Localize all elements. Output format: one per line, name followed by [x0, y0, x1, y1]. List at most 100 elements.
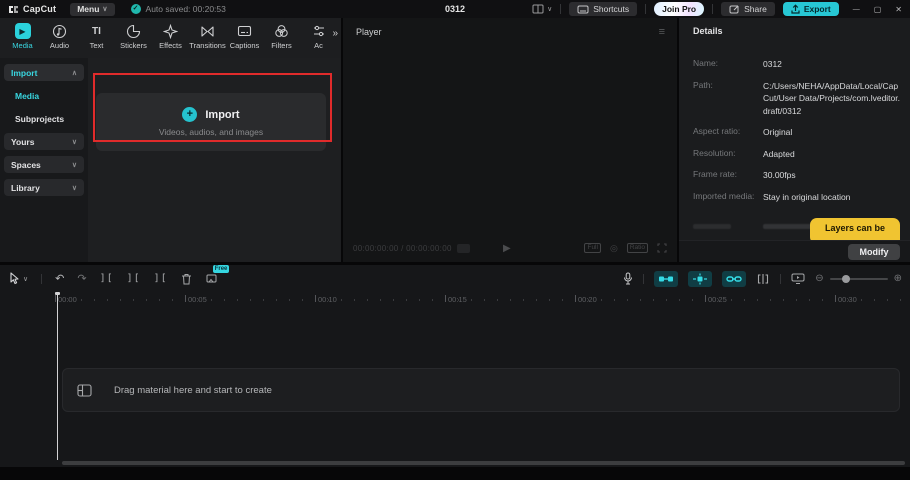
ruler-minor-tick — [393, 299, 394, 301]
tab-media[interactable]: ▶ Media — [4, 21, 41, 50]
details-rows: Name: 0312 Path: C:/Users/NEHA/AppData/L… — [693, 58, 900, 212]
detail-value: 0312 — [763, 59, 782, 69]
timeline-ruler[interactable]: 00:0000:0500:1000:1500:2000:2500:30 — [0, 292, 910, 308]
redo-button[interactable]: ↷ — [77, 272, 86, 285]
delete-right-button[interactable]: ][ — [154, 273, 168, 284]
ratio-selector[interactable]: Ratio — [626, 243, 648, 253]
main-track-dropzone[interactable]: Drag material here and start to create — [62, 368, 900, 412]
undo-button[interactable]: ↶ — [55, 272, 64, 285]
tabs-expander-icon[interactable]: » — [332, 28, 338, 39]
player-menu-icon[interactable]: ≡ — [659, 26, 665, 38]
tab-audio[interactable]: Audio — [41, 21, 78, 50]
ruler-minor-tick — [406, 299, 407, 301]
tab-text[interactable]: TI Text — [78, 21, 115, 51]
tab-transitions[interactable]: Transitions — [189, 21, 226, 50]
link-toggle[interactable] — [722, 270, 747, 287]
join-pro-button[interactable]: Join Pro — [654, 2, 705, 16]
record-voiceover-button[interactable] — [623, 272, 633, 285]
timecode-dropdown[interactable] — [456, 243, 470, 253]
modify-button[interactable]: Modify — [848, 244, 900, 260]
ruler-minor-tick — [107, 299, 108, 301]
detail-value: Adapted — [763, 148, 795, 159]
ruler-minor-tick — [367, 299, 368, 301]
ruler-minor-tick — [731, 299, 732, 301]
sidebar-item-yours[interactable]: Yours ∨ — [4, 133, 84, 150]
zoom-in-icon[interactable]: ⊕ — [894, 273, 902, 284]
ruler-minor-tick — [614, 299, 615, 301]
ruler-minor-tick — [666, 299, 667, 301]
import-subtitle: Videos, audios, and images — [158, 127, 264, 137]
ruler-minor-tick — [263, 299, 264, 301]
ruler-major-tick — [315, 295, 316, 302]
split-button[interactable]: ][ — [100, 273, 114, 284]
ruler-minor-tick — [380, 299, 381, 301]
ruler-minor-tick — [679, 299, 680, 301]
sidebar-item-label: Library — [11, 182, 40, 193]
preview-axis-button[interactable] — [791, 273, 805, 284]
tab-filters[interactable]: Filters — [263, 21, 300, 50]
effects-star-icon — [163, 23, 179, 39]
export-button[interactable]: Export — [782, 2, 839, 16]
layout-switch-button[interactable]: ∨ — [532, 4, 552, 14]
tab-adjust-truncated[interactable]: Ac — [300, 21, 337, 50]
media-tab-bar: ▶ Media Audio TI Text Stickers Effects T… — [0, 18, 341, 56]
ruler-minor-tick — [224, 299, 225, 301]
ruler-major-tick — [445, 295, 446, 302]
delete-left-button[interactable]: ][ — [127, 273, 141, 284]
close-button[interactable]: ✕ — [895, 5, 902, 14]
tab-label: Filters — [271, 41, 292, 50]
tab-label: Text — [89, 41, 104, 50]
divider — [41, 273, 43, 284]
detail-label: Aspect ratio: — [693, 126, 741, 136]
ruler-minor-tick — [861, 299, 862, 301]
tab-effects[interactable]: Effects — [152, 21, 189, 50]
plus-icon: + — [182, 107, 198, 122]
window-controls: — ▢ ✕ — [853, 5, 902, 14]
detail-row-aspect-ratio: Aspect ratio: Original — [693, 126, 900, 139]
microphone-icon — [624, 272, 633, 285]
sidebar-item-spaces[interactable]: Spaces ∨ — [4, 156, 84, 173]
play-button[interactable]: ▶ — [503, 243, 511, 254]
timeline-scrollbar[interactable] — [62, 461, 905, 465]
delete-button[interactable] — [181, 273, 192, 285]
ruler-minor-tick — [822, 299, 823, 301]
share-button[interactable]: Share — [721, 2, 775, 16]
import-dropzone[interactable]: + Import Videos, audios, and images — [96, 93, 326, 151]
zoom-out-icon[interactable]: ⊖ — [815, 273, 823, 284]
media-icon: ▶ — [14, 23, 31, 39]
ruler-minor-tick — [497, 299, 498, 301]
snap-icon — [693, 273, 708, 284]
timeline-toolbar: ∨ ↶ ↷ ][ ][ ][ Free ⊖ ⊕ — [0, 264, 910, 292]
playhead[interactable] — [57, 292, 58, 460]
zoom-slider-handle[interactable] — [841, 274, 850, 283]
check-icon: ✓ — [130, 4, 141, 14]
ruler-minor-tick — [432, 299, 433, 301]
menu-button[interactable]: Menu ∨ — [70, 2, 115, 16]
media-body: Import ∧ Media Subprojects Yours ∨ Space… — [0, 58, 341, 262]
quality-selector[interactable]: Full — [584, 243, 601, 253]
join-pro-label: Join Pro — [662, 4, 697, 14]
share-icon — [729, 5, 739, 14]
fullscreen-icon[interactable] — [657, 243, 667, 253]
select-tool-button[interactable]: ∨ — [8, 272, 28, 285]
detail-row-name: Name: 0312 — [693, 58, 900, 71]
auto-snap-toggle[interactable] — [688, 270, 713, 287]
snapshot-icon[interactable]: ◎ — [610, 243, 618, 254]
split-preview-button[interactable] — [756, 273, 770, 285]
sidebar-item-subprojects[interactable]: Subprojects — [8, 110, 84, 127]
tab-label: Ac — [314, 41, 323, 50]
sidebar-item-media[interactable]: Media — [8, 87, 84, 104]
zoom-slider[interactable] — [829, 274, 888, 283]
sidebar-item-import[interactable]: Import ∧ — [4, 64, 84, 81]
tab-captions[interactable]: Captions — [226, 21, 263, 50]
minimize-button[interactable]: — — [853, 6, 860, 13]
ruler-minor-tick — [887, 299, 888, 301]
main-track-magnet-toggle[interactable] — [654, 270, 679, 287]
tab-stickers[interactable]: Stickers — [115, 21, 152, 50]
crop-tool-button[interactable]: Free — [205, 264, 230, 285]
sidebar-item-library[interactable]: Library ∨ — [4, 179, 84, 196]
import-title: Import — [205, 108, 240, 121]
ruler-minor-tick — [133, 299, 134, 301]
maximize-button[interactable]: ▢ — [874, 5, 882, 14]
shortcuts-button[interactable]: Shortcuts — [569, 2, 638, 16]
